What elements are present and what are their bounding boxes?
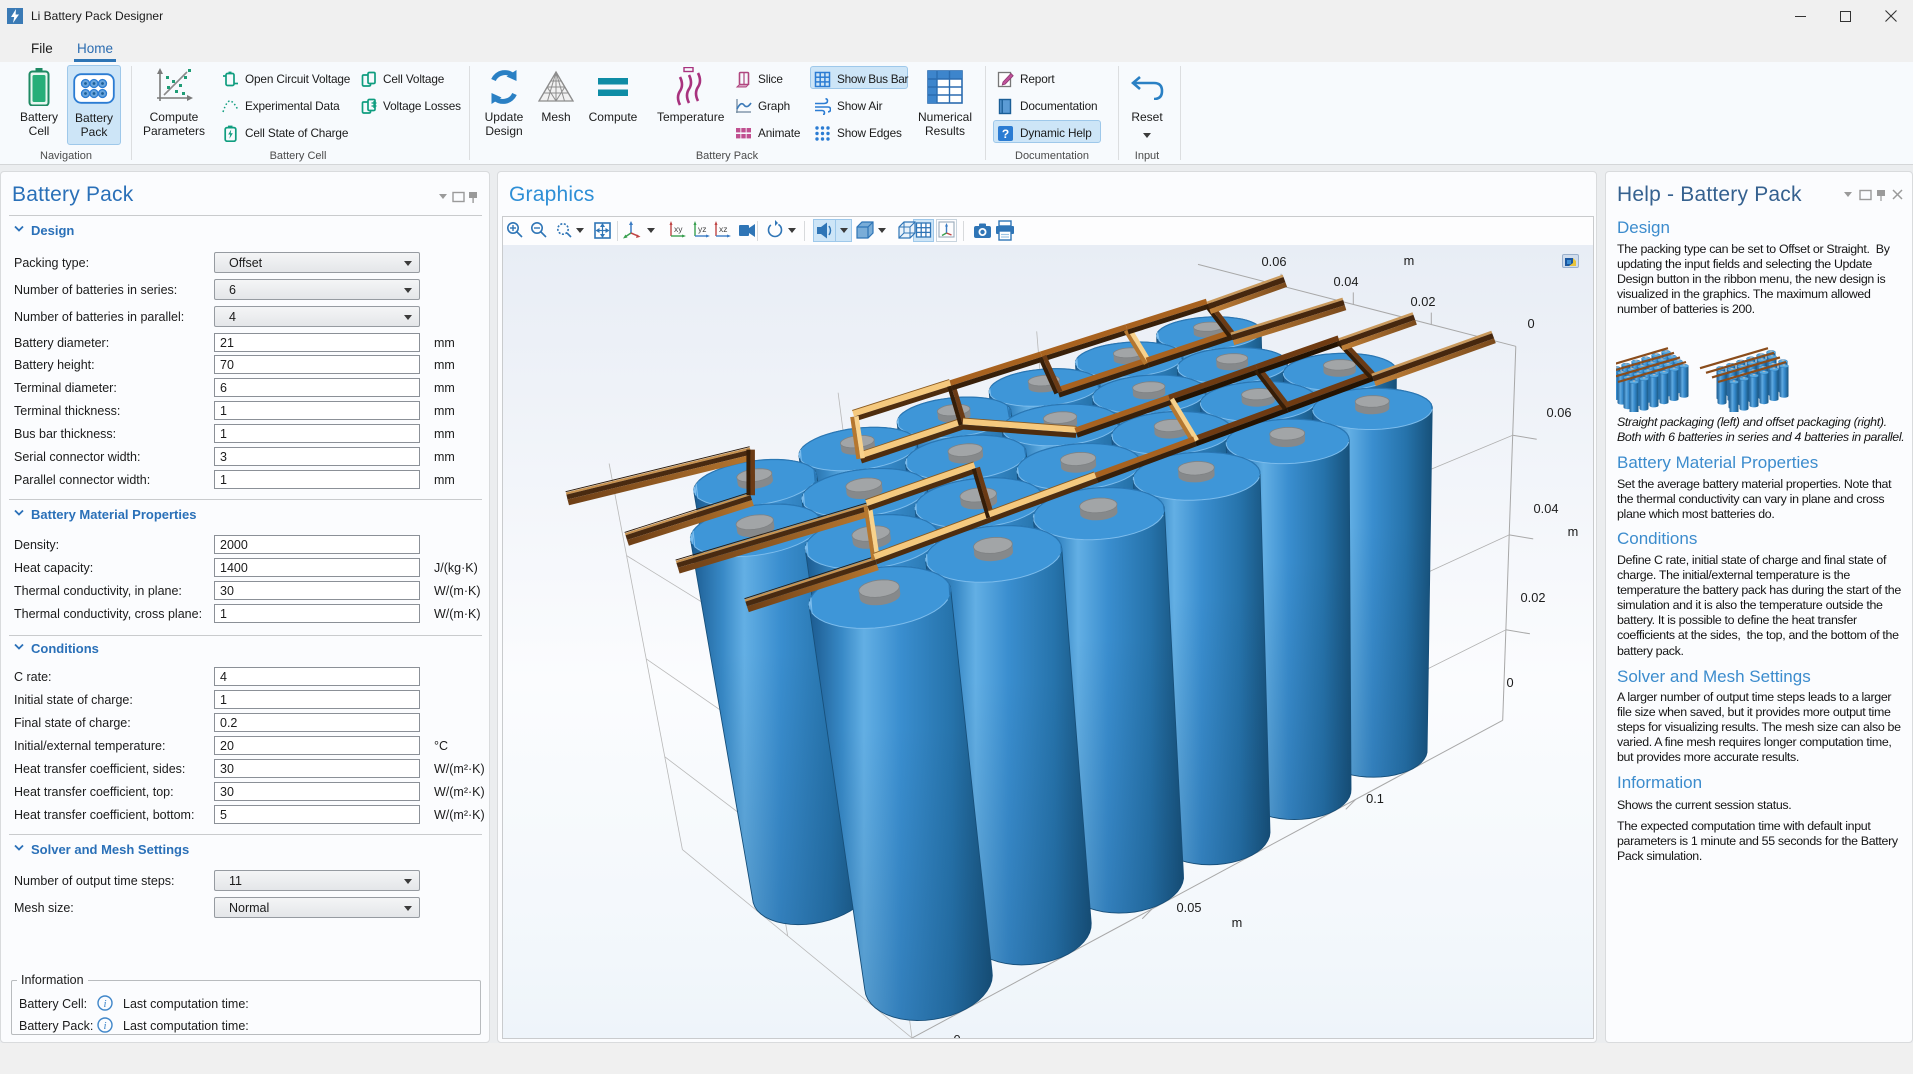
svg-text:?: ? (1002, 127, 1009, 141)
svg-text:0.04: 0.04 (1534, 501, 1559, 516)
svg-text:0.02: 0.02 (1411, 294, 1436, 309)
svg-text:0.1: 0.1 (1366, 791, 1384, 806)
svg-text:0.02: 0.02 (1521, 590, 1546, 605)
svg-text:0.06: 0.06 (1262, 254, 1287, 269)
svg-text:m: m (1404, 253, 1415, 268)
svg-text:0: 0 (953, 1032, 960, 1038)
svg-text:m: m (1568, 524, 1579, 539)
svg-text:i: i (103, 1020, 106, 1032)
svg-text:0: 0 (1506, 675, 1513, 690)
svg-text:0.06: 0.06 (1547, 405, 1572, 420)
svg-text:0.04: 0.04 (1334, 274, 1359, 289)
svg-text:xy: xy (674, 224, 683, 234)
svg-text:xz: xz (719, 224, 728, 234)
svg-text:0.05: 0.05 (1177, 900, 1202, 915)
svg-text:0: 0 (1527, 316, 1534, 331)
svg-text:i: i (103, 998, 106, 1010)
svg-text:yz: yz (698, 224, 707, 234)
svg-text:m: m (1232, 915, 1243, 930)
